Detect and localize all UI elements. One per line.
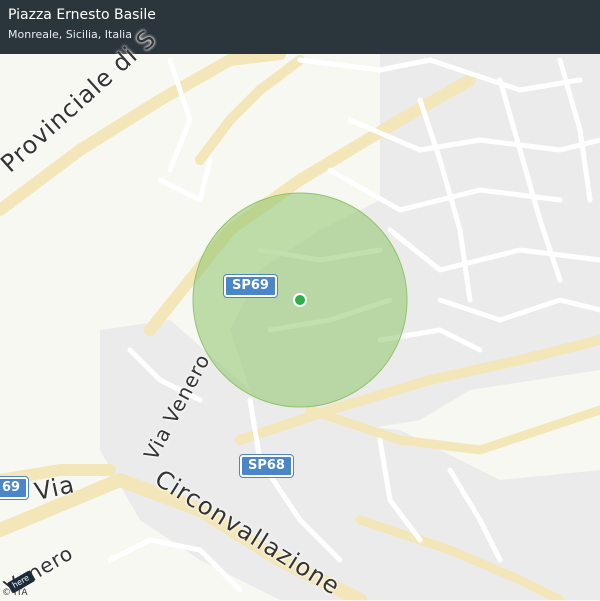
location-marker[interactable] xyxy=(295,295,305,305)
place-title: Piazza Ernesto Basile xyxy=(8,7,156,23)
place-subtitle: Monreale, Sicilia, Italia xyxy=(8,28,132,41)
place-header: Piazza Ernesto Basile Monreale, Sicilia,… xyxy=(0,0,600,54)
map-attribution: © ITA xyxy=(2,588,28,598)
road-shield-sp68: SP68 xyxy=(239,454,294,478)
road-shield-69: 69 xyxy=(0,476,30,500)
road-shield-sp69: SP69 xyxy=(223,274,278,298)
